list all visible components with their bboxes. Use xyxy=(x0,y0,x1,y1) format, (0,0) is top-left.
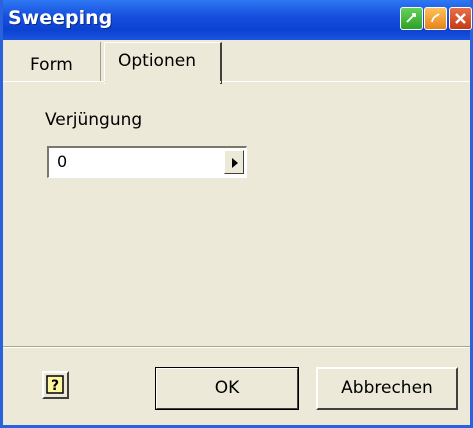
orange-titlebar-button[interactable] xyxy=(424,7,447,30)
title-bar[interactable]: Sweeping xyxy=(3,0,472,40)
help-icon: ? xyxy=(46,375,64,394)
dialog-window: Sweeping Form Optionen Verjüngung 0 ? OK… xyxy=(0,0,473,428)
close-icon xyxy=(455,13,466,24)
taper-spin-button[interactable] xyxy=(224,150,244,174)
close-button[interactable] xyxy=(449,7,472,30)
arrow-right-icon xyxy=(232,158,238,168)
ok-button[interactable]: OK xyxy=(155,367,299,410)
cancel-button[interactable]: Abbrechen xyxy=(316,367,458,410)
window-title: Sweeping xyxy=(8,7,113,29)
tab-panel-border xyxy=(3,81,470,82)
taper-label: Verjüngung xyxy=(45,110,143,130)
tab-form[interactable]: Form xyxy=(13,42,101,82)
green-titlebar-icon xyxy=(406,13,416,23)
help-button[interactable]: ? xyxy=(42,371,69,399)
taper-input[interactable]: 0 xyxy=(47,146,247,178)
tab-optionen[interactable]: Optionen xyxy=(104,42,222,84)
green-titlebar-button[interactable] xyxy=(400,7,423,30)
taper-value: 0 xyxy=(57,152,68,171)
orange-titlebar-icon xyxy=(431,13,440,23)
svg-text:?: ? xyxy=(51,378,59,394)
